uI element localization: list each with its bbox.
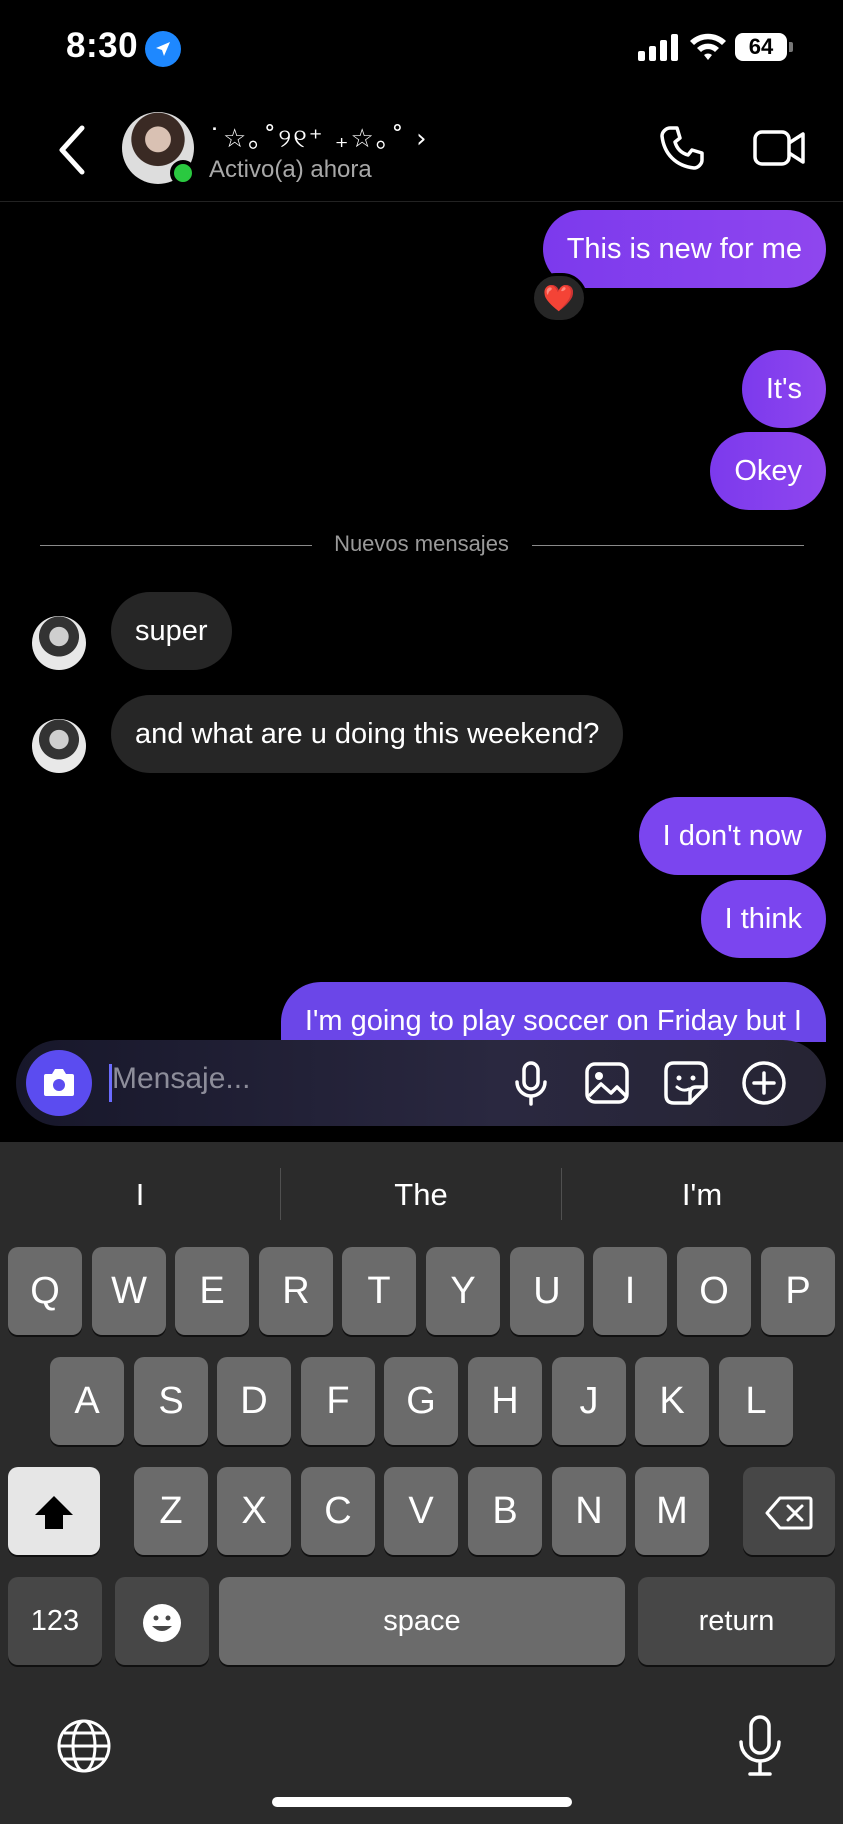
key-c[interactable]: C	[301, 1467, 375, 1555]
key-w[interactable]: W	[92, 1247, 166, 1335]
key-u[interactable]: U	[510, 1247, 584, 1335]
backspace-icon	[765, 1496, 813, 1530]
emoji-icon	[143, 1603, 181, 1642]
sticker-icon[interactable]	[663, 1060, 709, 1106]
key-z[interactable]: Z	[134, 1467, 208, 1555]
key-f[interactable]: F	[301, 1357, 375, 1445]
key-y[interactable]: Y	[426, 1247, 500, 1335]
plus-circle-icon[interactable]	[741, 1060, 787, 1106]
cellular-signal-icon	[638, 34, 678, 61]
key-j[interactable]: J	[552, 1357, 626, 1445]
space-key[interactable]: space	[219, 1577, 625, 1665]
microphone-icon[interactable]	[508, 1060, 554, 1106]
key-t[interactable]: T	[342, 1247, 416, 1335]
keyboard: I The I'm Q W E R T Y U I O P A S D F G …	[0, 1142, 843, 1824]
online-status-dot	[170, 160, 196, 186]
outgoing-message[interactable]: Okey	[710, 432, 826, 510]
home-indicator[interactable]	[272, 1797, 572, 1807]
outgoing-message[interactable]: This is new for me	[542, 210, 826, 288]
status-time: 8:30	[66, 26, 139, 65]
key-m[interactable]: M	[635, 1467, 709, 1555]
outgoing-message[interactable]: I think	[700, 880, 826, 958]
key-q[interactable]: Q	[8, 1247, 82, 1335]
suggestion-3[interactable]: I'm	[562, 1170, 842, 1220]
wifi-icon	[690, 33, 726, 60]
outgoing-message[interactable]: It's	[741, 350, 826, 428]
key-i[interactable]: I	[593, 1247, 667, 1335]
location-arrow-icon	[145, 31, 181, 67]
video-camera-icon[interactable]	[752, 126, 806, 170]
key-b[interactable]: B	[468, 1467, 542, 1555]
globe-icon[interactable]	[56, 1718, 112, 1774]
outgoing-message[interactable]: I don't now	[638, 797, 826, 875]
image-icon[interactable]	[584, 1060, 630, 1106]
sender-avatar[interactable]	[32, 616, 86, 670]
incoming-message[interactable]: super	[111, 592, 232, 670]
chevron-right-icon: ›	[416, 124, 429, 154]
camera-button[interactable]	[26, 1050, 92, 1116]
key-o[interactable]: O	[677, 1247, 751, 1335]
key-d[interactable]: D	[217, 1357, 291, 1445]
emoji-key[interactable]	[115, 1577, 209, 1665]
message-input[interactable]	[112, 1062, 412, 1096]
contact-name-button[interactable]: ˙☆｡˚୨୧⁺ ₊☆｡˚ ›	[208, 118, 429, 155]
heart-reaction-icon[interactable]: ❤️	[531, 273, 587, 323]
status-bar: 8:30 64	[0, 0, 843, 100]
key-s[interactable]: S	[134, 1357, 208, 1445]
chevron-left-icon[interactable]	[52, 122, 92, 178]
key-l[interactable]: L	[719, 1357, 793, 1445]
key-h[interactable]: H	[468, 1357, 542, 1445]
message-composer	[16, 1040, 826, 1126]
dictation-microphone-icon[interactable]	[735, 1714, 785, 1778]
shift-arrow-icon	[35, 1495, 73, 1529]
phone-icon[interactable]	[658, 124, 706, 172]
battery-indicator: 64	[735, 33, 793, 61]
key-k[interactable]: K	[635, 1357, 709, 1445]
contact-active-status: Activo(a) ahora	[209, 156, 372, 183]
delete-key[interactable]	[743, 1467, 835, 1555]
outgoing-message[interactable]: I'm going to play soccer on Friday but I	[280, 982, 826, 1042]
key-p[interactable]: P	[761, 1247, 835, 1335]
divider-line	[532, 545, 804, 546]
key-g[interactable]: G	[384, 1357, 458, 1445]
camera-icon	[44, 1069, 74, 1096]
new-messages-divider: Nuevos mensajes	[334, 531, 509, 556]
contact-name: ˙☆｡˚୨୧⁺ ₊☆｡˚	[208, 124, 406, 154]
suggestion-1[interactable]: I	[0, 1170, 280, 1220]
chat-header: ˙☆｡˚୨୧⁺ ₊☆｡˚ › Activo(a) ahora	[0, 100, 843, 202]
key-n[interactable]: N	[552, 1467, 626, 1555]
key-a[interactable]: A	[50, 1357, 124, 1445]
key-v[interactable]: V	[384, 1467, 458, 1555]
key-e[interactable]: E	[175, 1247, 249, 1335]
return-key[interactable]: return	[638, 1577, 835, 1665]
key-r[interactable]: R	[259, 1247, 333, 1335]
numbers-key[interactable]: 123	[8, 1577, 102, 1665]
key-x[interactable]: X	[217, 1467, 291, 1555]
sender-avatar[interactable]	[32, 719, 86, 773]
shift-key[interactable]	[8, 1467, 100, 1555]
suggestion-2[interactable]: The	[281, 1170, 561, 1220]
incoming-message[interactable]: and what are u doing this weekend?	[111, 695, 624, 773]
